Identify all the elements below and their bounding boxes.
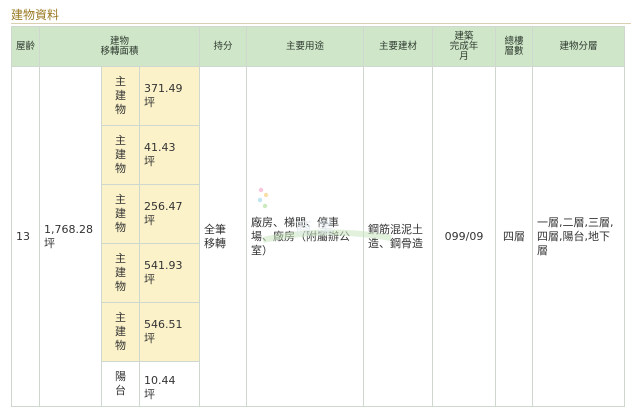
sub-type-cell: 主 建 物 — [101, 302, 140, 362]
header-transfer-area: 建物 移轉面積 — [38, 26, 201, 67]
header-total-floors: 總樓 層數 — [495, 26, 534, 67]
sub-area-cell: 371.49 坪 — [138, 66, 201, 126]
total-floors-cell: 四層 — [495, 66, 534, 407]
sub-type-cell: 陽 台 — [101, 361, 140, 407]
completion-cell: 099/09 — [432, 66, 497, 407]
header-ownership: 持分 — [199, 26, 248, 67]
sub-type-cell: 主 建 物 — [101, 125, 140, 185]
sub-area-cell: 546.51 坪 — [138, 302, 201, 362]
sub-type-cell: 主 建 物 — [101, 66, 140, 126]
floor-levels-cell: 一層,二層,三層, 四層,陽台,地下 層 — [532, 66, 626, 407]
header-completion: 建築 完成年 月 — [432, 26, 497, 67]
usage-cell: 廠房、梯間、停車 場、廠房（附屬辦公 室） — [246, 66, 365, 407]
header-material: 主要建材 — [363, 26, 434, 67]
sub-area-cell: 41.43 坪 — [138, 125, 201, 185]
title-divider — [11, 23, 631, 24]
building-data-table: 屋齡 建物 移轉面積 持分 主要用途 主要建材 建築 完成年 月 總樓 層數 建… — [11, 26, 626, 407]
header-row: 屋齡 建物 移轉面積 持分 主要用途 主要建材 建築 完成年 月 總樓 層數 建… — [11, 26, 626, 67]
ownership-cell: 全筆 移轉 — [199, 66, 248, 407]
sub-area-cell: 256.47 坪 — [138, 184, 201, 244]
header-floor-levels: 建物分層 — [532, 26, 626, 67]
sub-type-cell: 主 建 物 — [101, 243, 140, 303]
sub-area-cell: 541.93 坪 — [138, 243, 201, 303]
total-area-cell: 1,768.28 坪 — [39, 66, 102, 407]
age-cell: 13 — [11, 66, 40, 407]
header-usage: 主要用途 — [246, 26, 365, 67]
table-row: 13 1,768.28 坪 主 建 物 371.49 坪 全筆 移轉 廠房、梯間… — [11, 66, 626, 407]
sub-type-cell: 主 建 物 — [101, 184, 140, 244]
header-age: 屋齡 — [11, 26, 40, 67]
sub-area-cell: 10.44 坪 — [138, 361, 201, 407]
section-title: 建物資料 — [11, 8, 60, 22]
material-cell: 鋼筋混泥土 造、鋼骨造 — [363, 66, 434, 407]
